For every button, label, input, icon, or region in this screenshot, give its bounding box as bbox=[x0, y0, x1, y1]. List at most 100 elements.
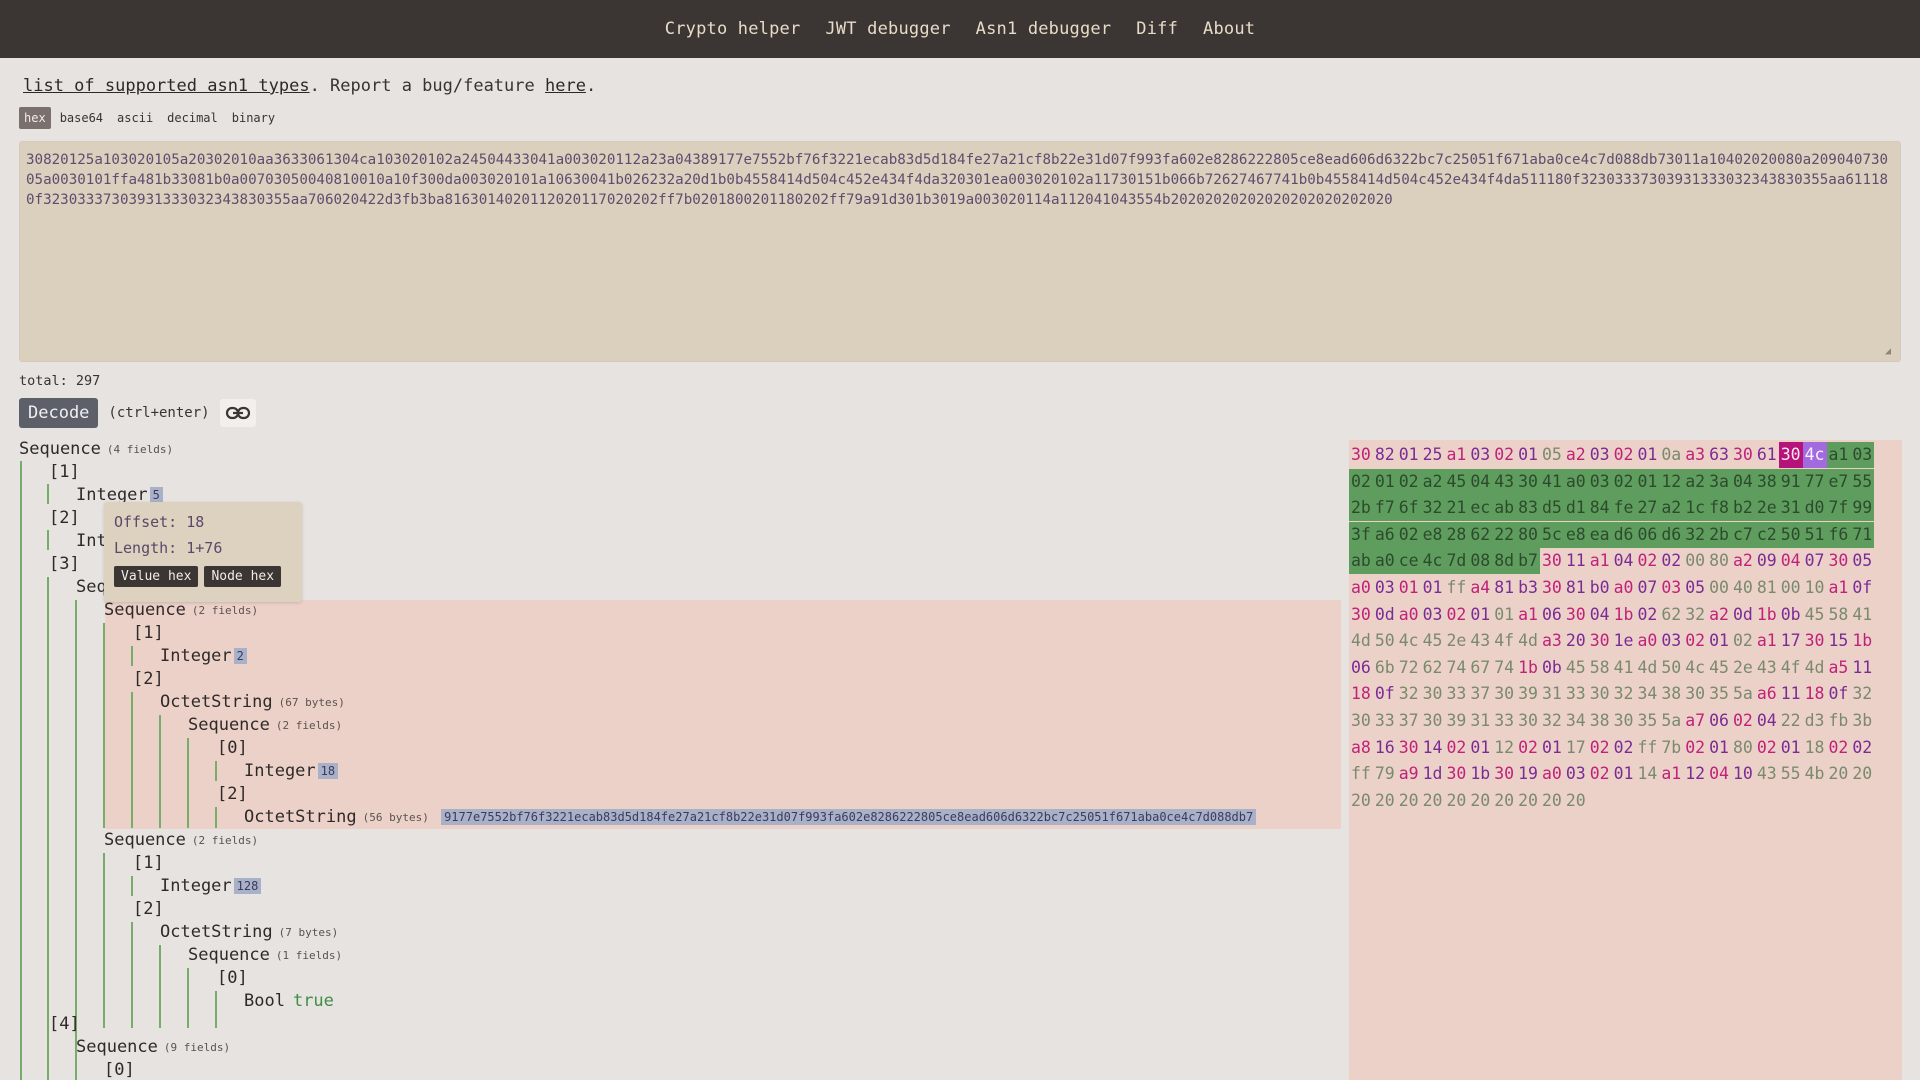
hex-byte[interactable]: 20 bbox=[1349, 788, 1373, 814]
hex-byte[interactable]: 04 bbox=[1755, 708, 1779, 734]
hex-byte[interactable]: 50 bbox=[1659, 655, 1683, 681]
hex-byte[interactable]: 02 bbox=[1755, 735, 1779, 761]
tree-node[interactable]: OctetString (56 bytes) 9177e7552bf76f3221… bbox=[244, 806, 1257, 829]
format-tab-ascii[interactable]: ascii bbox=[112, 107, 158, 129]
hex-byte[interactable]: a1 bbox=[1755, 628, 1779, 654]
hex-byte[interactable]: ab bbox=[1349, 548, 1373, 575]
hex-byte[interactable]: f6 bbox=[1826, 521, 1851, 548]
tree-node[interactable]: Sequence (2 fields) bbox=[188, 714, 342, 737]
hex-byte[interactable]: 45 bbox=[1707, 655, 1731, 681]
hex-byte[interactable]: 01 bbox=[1636, 442, 1660, 468]
hex-byte[interactable]: 02 bbox=[1612, 442, 1636, 468]
hex-byte[interactable]: 02 bbox=[1396, 468, 1421, 495]
hex-byte[interactable]: 31 bbox=[1540, 681, 1564, 707]
hex-byte[interactable]: 21 bbox=[1444, 495, 1469, 522]
hex-byte[interactable]: a2 bbox=[1420, 468, 1445, 495]
hex-byte[interactable]: 58 bbox=[1588, 655, 1612, 681]
report-bug-link[interactable]: here bbox=[545, 76, 586, 96]
hex-byte[interactable]: a3 bbox=[1540, 628, 1564, 654]
hex-byte[interactable]: a1 bbox=[1588, 548, 1612, 574]
tree-node[interactable]: Sequence (2 fields) bbox=[104, 829, 258, 852]
hex-byte[interactable]: 67 bbox=[1468, 655, 1492, 681]
hex-byte[interactable]: 3b bbox=[1850, 708, 1874, 734]
hex-byte[interactable]: 01 bbox=[1492, 602, 1516, 628]
hex-byte[interactable]: ff bbox=[1349, 761, 1373, 787]
tree-node[interactable]: Integer 2 bbox=[160, 645, 247, 668]
hex-byte[interactable]: d5 bbox=[1540, 495, 1564, 522]
hex-byte[interactable]: 7b bbox=[1659, 735, 1683, 761]
hex-byte[interactable]: 4c bbox=[1420, 548, 1445, 575]
hex-byte[interactable]: 0f bbox=[1850, 575, 1874, 601]
hex-byte[interactable]: a0 bbox=[1372, 548, 1397, 575]
hex-byte[interactable]: 2e bbox=[1754, 495, 1779, 522]
format-tab-hex[interactable]: hex bbox=[19, 107, 51, 129]
hex-byte[interactable]: a7 bbox=[1683, 708, 1707, 734]
hex-byte[interactable]: 01 bbox=[1707, 628, 1731, 654]
hex-byte[interactable]: 22 bbox=[1492, 521, 1517, 548]
hex-byte[interactable]: 43 bbox=[1492, 468, 1517, 495]
hex-byte[interactable]: 02 bbox=[1516, 735, 1540, 761]
hex-byte[interactable]: 04 bbox=[1612, 548, 1636, 574]
hex-byte[interactable]: 32 bbox=[1612, 681, 1636, 707]
hex-byte[interactable]: 45 bbox=[1803, 602, 1827, 628]
tree-node[interactable]: Integer 18 bbox=[244, 760, 339, 783]
hex-byte[interactable]: a3 bbox=[1683, 442, 1707, 468]
hex-byte[interactable]: 20 bbox=[1564, 788, 1588, 814]
hex-byte[interactable]: a0 bbox=[1540, 761, 1564, 787]
hex-byte[interactable]: 32 bbox=[1540, 708, 1564, 734]
hex-byte[interactable]: 81 bbox=[1564, 575, 1588, 601]
hex-byte[interactable]: 6f bbox=[1396, 495, 1421, 522]
hex-byte[interactable]: 45 bbox=[1421, 628, 1445, 654]
hex-byte[interactable]: 01 bbox=[1516, 442, 1540, 468]
tree-node[interactable]: Bool true bbox=[244, 990, 334, 1013]
hex-byte[interactable]: 19 bbox=[1516, 761, 1540, 787]
hex-byte[interactable]: 02 bbox=[1588, 735, 1612, 761]
hex-byte[interactable]: c7 bbox=[1731, 521, 1755, 548]
hex-byte[interactable]: a1 bbox=[1516, 602, 1540, 628]
hex-byte[interactable]: 51 bbox=[1802, 521, 1827, 548]
hex-byte[interactable]: e7 bbox=[1826, 468, 1851, 495]
hex-byte[interactable]: d6 bbox=[1659, 521, 1684, 548]
format-tab-binary[interactable]: binary bbox=[227, 107, 280, 129]
hex-byte[interactable]: b3 bbox=[1516, 575, 1540, 601]
hex-byte[interactable]: d3 bbox=[1803, 708, 1827, 734]
nav-asn1-debugger[interactable]: Asn1 debugger bbox=[976, 19, 1112, 39]
hex-byte[interactable]: 80 bbox=[1707, 548, 1731, 574]
hex-byte[interactable]: a5 bbox=[1827, 655, 1851, 681]
hex-byte[interactable]: 28 bbox=[1444, 521, 1469, 548]
hex-byte[interactable]: 01 bbox=[1612, 761, 1636, 787]
hex-byte[interactable]: 11 bbox=[1779, 681, 1803, 707]
hex-byte[interactable]: 30 bbox=[1588, 681, 1612, 707]
hex-byte[interactable]: 30 bbox=[1445, 761, 1469, 787]
hex-byte[interactable]: 4d bbox=[1516, 628, 1540, 654]
hex-byte[interactable]: 02 bbox=[1731, 628, 1755, 654]
hex-byte[interactable]: ff bbox=[1636, 735, 1660, 761]
hex-byte[interactable]: 41 bbox=[1540, 468, 1564, 495]
hex-byte[interactable]: 01 bbox=[1468, 602, 1492, 628]
hex-byte[interactable]: 62 bbox=[1659, 602, 1683, 628]
hex-byte[interactable]: b2 bbox=[1731, 495, 1755, 522]
hex-byte[interactable]: 04 bbox=[1731, 468, 1755, 495]
hex-byte[interactable]: 30 bbox=[1540, 548, 1564, 574]
hex-byte[interactable]: 62 bbox=[1468, 521, 1493, 548]
hex-byte[interactable]: 1b bbox=[1612, 602, 1636, 628]
hex-byte[interactable]: 0b bbox=[1779, 602, 1803, 628]
hex-byte[interactable]: a2 bbox=[1564, 442, 1588, 468]
value-hex-button[interactable]: Value hex bbox=[114, 566, 199, 587]
hex-byte[interactable]: 41 bbox=[1850, 602, 1874, 628]
hex-byte[interactable]: 2b bbox=[1707, 521, 1731, 548]
tree-node[interactable]: Sequence (1 fields) bbox=[188, 944, 342, 967]
hex-byte[interactable]: 04 bbox=[1588, 602, 1612, 628]
hex-byte[interactable]: 01 bbox=[1397, 575, 1421, 601]
hex-byte[interactable]: 03 bbox=[1421, 602, 1445, 628]
hex-byte[interactable]: 72 bbox=[1397, 655, 1421, 681]
hex-byte[interactable]: 33 bbox=[1492, 708, 1516, 734]
hex-byte[interactable]: 45 bbox=[1444, 468, 1469, 495]
hex-byte[interactable]: ea bbox=[1587, 521, 1612, 548]
hex-byte[interactable]: 00 bbox=[1707, 575, 1731, 601]
tree-node[interactable]: Sequence (9 fields) bbox=[76, 1036, 230, 1059]
hex-byte[interactable]: 03 bbox=[1373, 575, 1397, 601]
hex-byte[interactable]: 20 bbox=[1445, 788, 1469, 814]
hex-byte[interactable]: 01 bbox=[1421, 575, 1445, 601]
hex-byte[interactable]: b0 bbox=[1588, 575, 1612, 601]
